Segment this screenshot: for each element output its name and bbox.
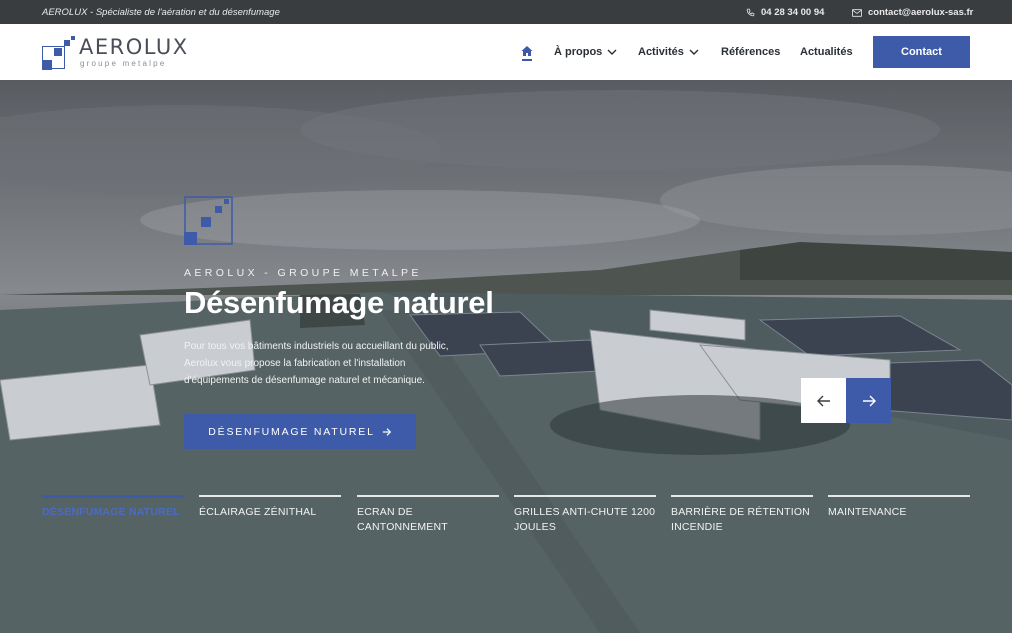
site-logo[interactable]: AEROLUX groupe metalpe <box>42 35 212 70</box>
nav-label: Références <box>721 46 781 58</box>
hero-cta-button[interactable]: DÉSENFUMAGE NATUREL <box>184 414 416 449</box>
slider-tabs: DÉSENFUMAGE NATUREL ÉCLAIRAGE ZÉNITHAL E… <box>42 495 970 555</box>
site-tagline: AEROLUX - Spécialiste de l'aération et d… <box>42 7 280 18</box>
tab-maintenance[interactable]: MAINTENANCE <box>828 495 970 520</box>
logo-mark-icon <box>184 196 233 245</box>
contact-button[interactable]: Contact <box>873 36 970 68</box>
nav-label: À propos <box>554 46 603 58</box>
arrow-right-icon <box>862 395 876 406</box>
mail-icon <box>852 8 862 17</box>
logo-mark-icon <box>42 36 75 70</box>
nav-home-active-indicator <box>522 59 532 61</box>
phone-number: 04 28 34 00 94 <box>761 7 825 18</box>
arrow-right-icon <box>382 427 391 436</box>
nav-references[interactable]: Références <box>721 46 780 58</box>
chevron-down-icon <box>689 49 699 55</box>
logo-subtitle: groupe metalpe <box>80 59 167 68</box>
hero-cta-label: DÉSENFUMAGE NATUREL <box>208 425 375 438</box>
phone-link[interactable]: 04 28 34 00 94 <box>746 7 824 18</box>
arrow-left-icon <box>816 395 830 406</box>
top-bar: AEROLUX - Spécialiste de l'aération et d… <box>0 0 1012 24</box>
slider-next-button[interactable] <box>846 378 891 423</box>
nav-home[interactable] <box>520 43 534 63</box>
hero-content: AEROLUX - GROUPE METALPE Désenfumage nat… <box>184 196 494 389</box>
email-address: contact@aerolux-sas.fr <box>868 7 974 18</box>
hero-title: Désenfumage naturel <box>184 285 494 320</box>
tab-ecran-de-cantonnement[interactable]: ECRAN DE CANTONNEMENT <box>357 495 499 535</box>
site-header: AEROLUX groupe metalpe À propos Activité… <box>0 24 1012 80</box>
hero-description: Pour tous vos bâtiments industriels ou a… <box>184 341 449 386</box>
email-link[interactable]: contact@aerolux-sas.fr <box>852 7 973 18</box>
phone-icon <box>746 8 755 17</box>
hero-eyebrow: AEROLUX - GROUPE METALPE <box>184 267 422 279</box>
home-icon <box>521 46 533 56</box>
tab-desenfumage-naturel[interactable]: DÉSENFUMAGE NATUREL <box>42 495 184 520</box>
chevron-down-icon <box>607 49 617 55</box>
nav-activites[interactable]: Activités <box>638 46 699 58</box>
slider-prev-button[interactable] <box>801 378 846 423</box>
nav-label: Actualités <box>800 46 853 58</box>
tab-grilles-anti-chute[interactable]: GRILLES ANTI-CHUTE 1200 JOULES <box>514 495 656 535</box>
tab-eclairage-zenithal[interactable]: ÉCLAIRAGE ZÉNITHAL <box>199 495 341 520</box>
nav-actualites[interactable]: Actualités <box>800 46 853 58</box>
tab-barriere-retention[interactable]: BARRIÈRE DE RÉTENTION INCENDIE <box>671 495 813 535</box>
logo-name: AEROLUX <box>79 35 189 59</box>
nav-label: Activités <box>638 46 684 58</box>
nav-a-propos[interactable]: À propos <box>554 46 617 58</box>
